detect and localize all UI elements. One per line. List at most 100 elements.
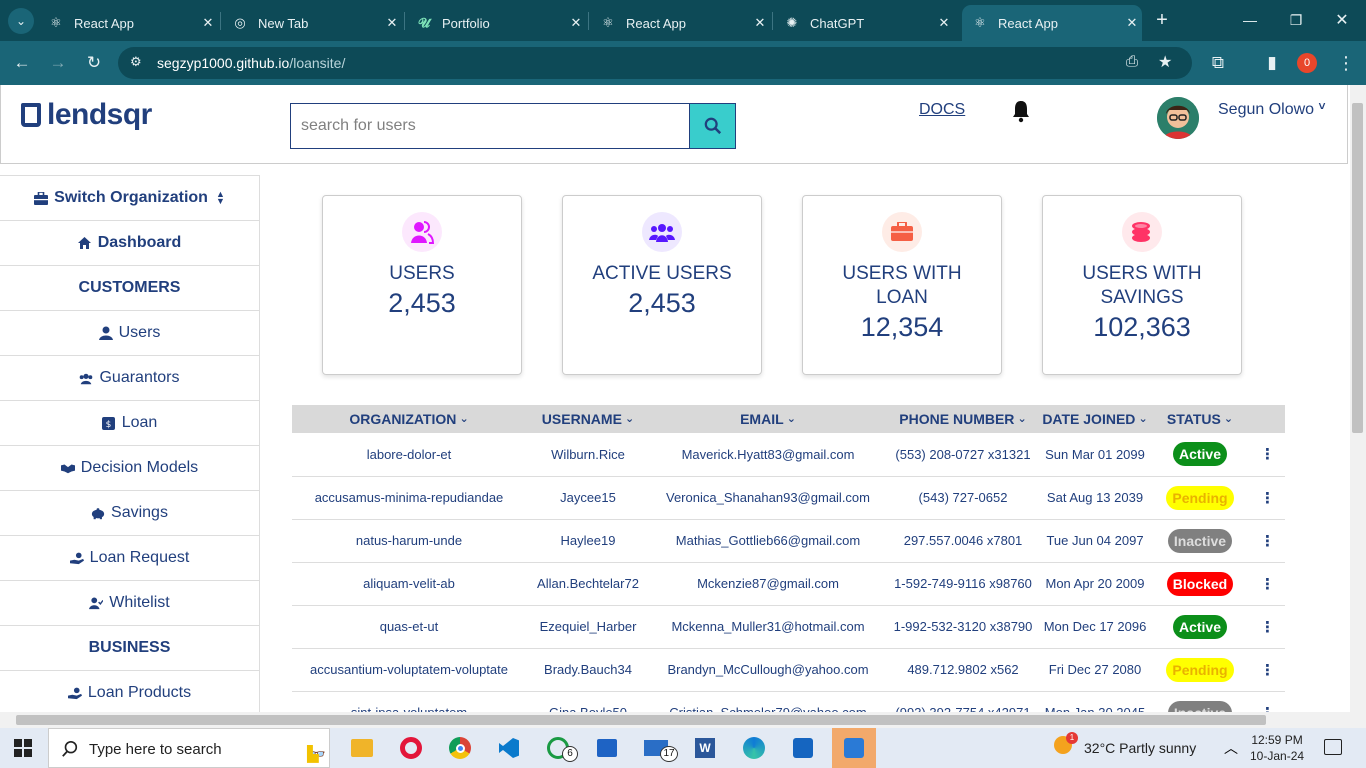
store-icon[interactable] [589,732,625,764]
status-badge: Inactive [1167,700,1233,712]
close-window-icon[interactable]: ✕ [1330,8,1354,32]
back-arrow-icon[interactable]: ← [10,51,34,75]
table-row[interactable]: aliquam-velit-ab Allan.Bechtelar72 Mckenzi… [292,562,1285,606]
tab-close-icon[interactable]: ✕ [198,13,218,33]
status-badge: Active [1172,614,1228,639]
row-menu-kebab-icon[interactable]: ⋮ [1260,662,1275,679]
column-header-phone-number[interactable]: PHONE NUMBER ⌄ [886,405,1040,433]
new-tab-plus-icon[interactable]: + [1150,8,1174,32]
vscode-icon[interactable] [491,732,527,764]
install-app-icon[interactable]: ⎙ [1126,53,1138,70]
browser-tab[interactable]: ⚛ React App ✕ [590,5,770,41]
side-panel-icon[interactable]: ▮ [1260,51,1284,75]
docs-link[interactable]: DOCS [919,101,965,119]
stat-card-users-with-loan: USERS WITH LOAN 12,354 [802,195,1002,375]
task-view-icon[interactable] [344,732,380,764]
table-row[interactable]: natus-harum-unde Haylee19 Mathias_Gottlieb… [292,519,1285,563]
tab-close-icon[interactable]: ✕ [382,13,402,33]
tray-chevron-up-icon[interactable]: ︿ [1224,738,1238,758]
profile-badge[interactable]: 0 [1297,53,1317,73]
column-header-organization[interactable]: ORGANIZATION ⌄ [292,405,526,433]
bookmark-star-icon[interactable]: ★ [1158,52,1172,72]
tab-close-icon[interactable]: ✕ [566,13,586,33]
horizontal-scroll-thumb[interactable] [16,715,1266,725]
chrome-taskbar-icon[interactable] [442,732,478,764]
search-button[interactable] [689,103,736,149]
sidebar-item-label: Dashboard [97,234,182,251]
minimize-icon[interactable]: — [1238,8,1262,32]
vertical-scroll-thumb[interactable] [1352,103,1363,433]
sidebar-item-dashboard[interactable]: Dashboard [0,221,259,266]
weather-sun-icon[interactable]: 1 [1054,732,1078,758]
row-menu-kebab-icon[interactable]: ⋮ [1260,533,1275,550]
edge-icon[interactable] [736,732,772,764]
table-row[interactable]: sint-ipsa-voluptatemGina.Boyle50Cristian… [292,691,1285,712]
tab-close-icon[interactable]: ✕ [750,13,770,33]
mail-icon[interactable]: 17 [638,732,678,764]
photos-icon[interactable] [832,728,876,768]
row-menu-kebab-icon[interactable]: ⋮ [1260,705,1275,713]
windows-start-icon[interactable] [14,739,32,762]
reload-icon[interactable]: ↻ [82,51,106,75]
lendsqr-logo[interactable]: lendsqr [21,98,152,131]
browser-tab[interactable]: ✺ ChatGPT ✕ [774,5,954,41]
column-header-date-joined[interactable]: DATE JOINED ⌄ [1040,405,1150,433]
column-header-username[interactable]: USERNAME ⌄ [526,405,650,433]
browser-tab[interactable]: ◎ New Tab ✕ [222,5,402,41]
table-row[interactable]: accusamus-minima-repudiandae Jaycee15 Vero… [292,476,1285,520]
row-menu-kebab-icon[interactable]: ⋮ [1260,619,1275,636]
browser-menu-icon[interactable]: ⋮ [1334,51,1358,75]
browser-tab-title: Portfolio [442,15,490,31]
tab-search-chevron-icon[interactable]: ⌄ [8,8,34,34]
sidebar-item-label: Switch Organization [54,189,208,206]
taskbar-clock[interactable]: 12:59 PM 10-Jan-24 [1250,732,1304,764]
sidebar-item-switch-organization[interactable]: Switch Organization ▲ ▼ [0,176,259,221]
search-input[interactable] [290,103,690,149]
column-header-status[interactable]: STATUS ⌄ [1150,405,1250,433]
site-info-icon[interactable]: ⚙ [130,54,142,70]
sidebar-item-guarantors[interactable]: Guarantors [0,356,259,401]
row-menu-kebab-icon[interactable]: ⋮ [1260,446,1275,463]
row-menu-kebab-icon[interactable]: ⋮ [1260,576,1275,593]
sidebar-item-loan-request[interactable]: Loan Request [0,536,259,581]
forward-arrow-icon[interactable]: → [46,51,70,75]
weather-text[interactable]: 32°C Partly sunny [1084,740,1196,756]
media-player-icon[interactable] [785,732,821,764]
restore-icon[interactable]: ❐ [1284,8,1308,32]
user-avatar[interactable] [1157,97,1199,139]
notification-icon[interactable] [1324,739,1342,755]
bell-icon[interactable] [1011,99,1031,123]
sidebar-item-decision-models[interactable]: Decision Models [0,446,259,491]
opera-icon[interactable] [393,732,429,764]
sidebar-item-loan[interactable]: $ Loan [0,401,259,446]
table-row[interactable]: quas-et-ut Ezequiel_Harber Mckenna_Muller3… [292,605,1285,649]
stat-card-value: 2,453 [628,288,696,318]
status-badge: Active [1172,442,1228,467]
sidebar-item-savings[interactable]: Savings [0,491,259,536]
tab-close-icon[interactable]: ✕ [934,13,954,33]
row-menu-kebab-icon[interactable]: ⋮ [1260,490,1275,507]
tab-close-icon[interactable]: ✕ [1122,13,1142,33]
sidebar-item-users[interactable]: Users [0,311,259,356]
browser-tab[interactable]: 𝓤 Portfolio ✕ [406,5,586,41]
table-row[interactable]: accusantium-voluptatem-voluptate Brady.Ba… [292,648,1285,692]
word-icon[interactable]: W [687,732,723,764]
address-bar[interactable]: ⚙ segzyp1000.github.io/loansite/ ⎙ ★ [118,47,1192,79]
cell-org: accusantium-voluptatem-voluptate [292,648,526,692]
cell-username: Haylee19 [526,519,650,563]
taskbar-search-box[interactable]: Type here to search 👓 ▙ [48,728,330,768]
cell-date: Fri Dec 27 2080 [1040,648,1150,692]
cell-status: Blocked [1150,562,1250,606]
cell-username: Brady.Bauch34 [526,648,650,692]
browser-tab[interactable]: ⚛ React App ✕ [38,5,218,41]
table-row[interactable]: labore-dolor-et Wilburn.Rice Maverick.Hyat… [292,433,1285,477]
cell-status: Pending [1150,476,1250,520]
user-menu[interactable]: Segun Olowo ˅ [1218,99,1326,119]
column-header-email[interactable]: EMAIL ⌄ [650,405,886,433]
sidebar-item-loan-products[interactable]: Loan Products [0,671,259,712]
sidebar-item-whitelist[interactable]: Whitelist [0,581,259,626]
extensions-puzzle-icon[interactable]: ⧉ [1206,51,1230,75]
browser-tab[interactable]: ⚛ React App ✕ [962,5,1142,41]
whatsapp-icon[interactable]: 6 [540,732,578,764]
sidebar-item-label: Loan Request [89,549,190,566]
